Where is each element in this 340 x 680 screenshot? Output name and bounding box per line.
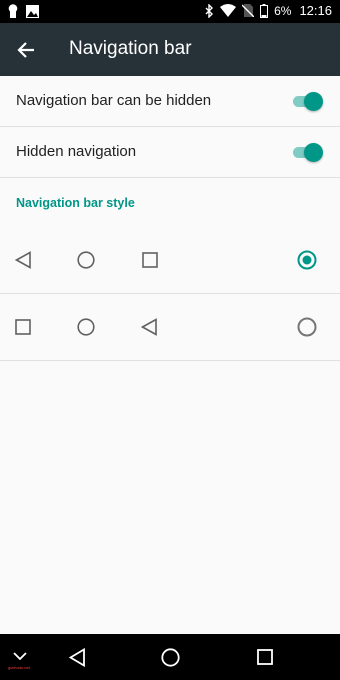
setting-row-hidden-navigation[interactable]: Hidden navigation [0, 127, 340, 178]
style-option-1[interactable] [0, 227, 340, 294]
hidden-navigation-toggle[interactable] [291, 143, 323, 162]
wifi-icon [220, 4, 237, 17]
setting-row-hideable[interactable]: Navigation bar can be hidden [0, 76, 340, 127]
back-triangle-icon [15, 251, 31, 269]
battery-percent: 6% [274, 3, 292, 18]
chevron-down-icon[interactable] [13, 651, 27, 661]
home-icon[interactable] [161, 648, 180, 667]
hideable-toggle[interactable] [291, 92, 323, 111]
back-icon[interactable] [69, 648, 86, 667]
setting-label: Hidden navigation [16, 143, 137, 160]
back-triangle-icon [141, 318, 157, 336]
bluetooth-icon [205, 3, 214, 18]
style-radio-unselected[interactable] [297, 317, 317, 337]
image-icon [26, 4, 39, 18]
page-title: Navigation bar [69, 38, 192, 59]
setting-label: Navigation bar can be hidden [16, 92, 212, 109]
app-toolbar: Navigation bar [0, 23, 340, 76]
recents-square-icon [142, 252, 158, 268]
recents-icon[interactable] [257, 649, 273, 665]
section-header: Navigation bar style [16, 196, 135, 210]
keyhole-icon [8, 4, 18, 18]
home-circle-icon [77, 251, 95, 269]
status-bar: 6% 12:16 [0, 0, 340, 23]
system-navigation-bar: gizmodo.net [0, 634, 340, 680]
watermark-text: gizmodo.net [8, 665, 30, 670]
arrow-left-icon[interactable] [16, 39, 38, 61]
no-sim-icon [242, 4, 255, 17]
battery-icon [260, 3, 269, 18]
recents-square-icon [15, 319, 31, 335]
home-circle-icon [77, 318, 95, 336]
clock: 12:16 [299, 3, 332, 18]
style-radio-selected[interactable] [297, 250, 317, 270]
style-option-2[interactable] [0, 294, 340, 361]
